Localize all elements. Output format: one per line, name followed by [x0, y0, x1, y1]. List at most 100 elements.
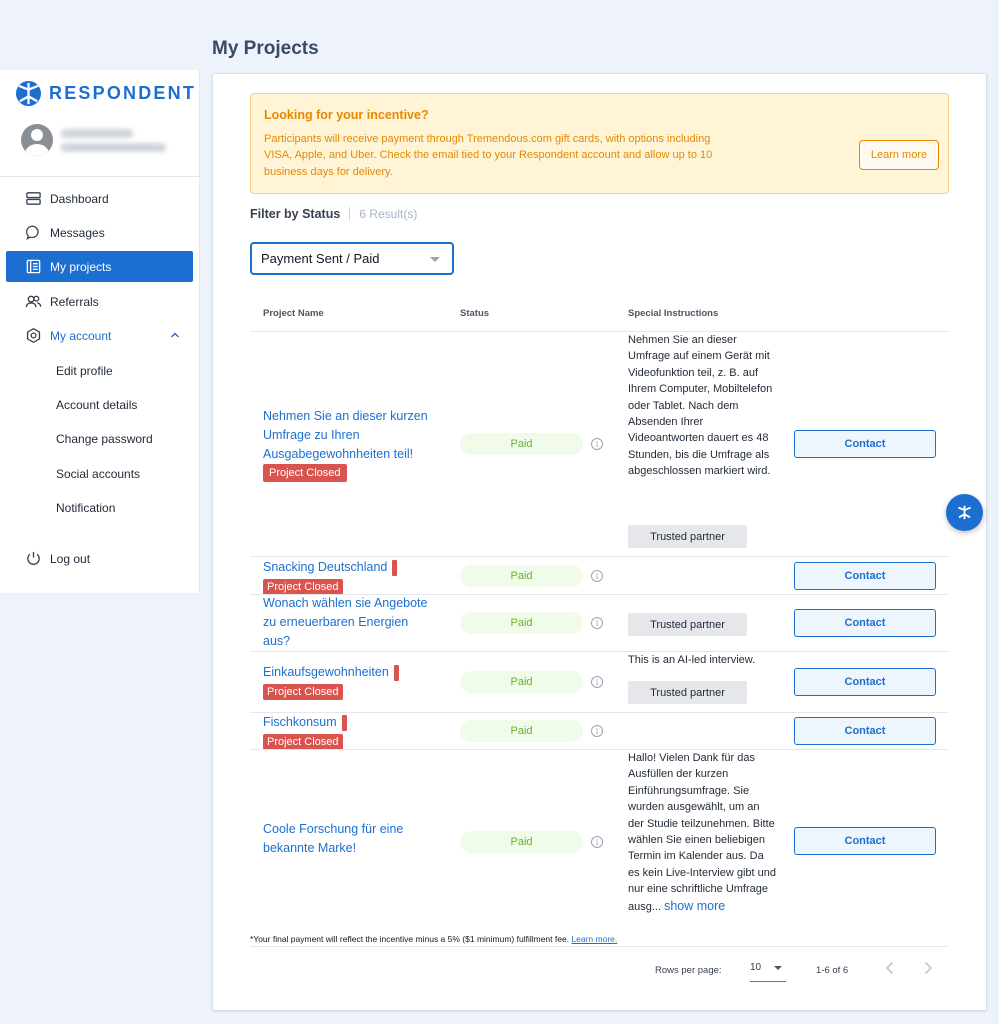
- show-more-link[interactable]: show more: [664, 899, 725, 913]
- sidebar-item-referrals[interactable]: Referrals: [6, 286, 193, 317]
- project-name-link[interactable]: Coole Forschung für eine bekannte Marke!: [263, 820, 433, 858]
- project-name-link[interactable]: Snacking Deutschland Project Closed: [263, 558, 433, 596]
- trusted-partner-badge: Trusted partner: [628, 681, 747, 704]
- respondent-logo-icon: [958, 505, 971, 520]
- status-filter-value: Payment Sent / Paid: [261, 251, 380, 266]
- status-filter-select[interactable]: Payment Sent / Paid: [250, 242, 454, 275]
- projects-card: Looking for your incentive? Participants…: [212, 73, 987, 1011]
- power-icon: [27, 551, 40, 565]
- redacted-mark: [341, 714, 347, 731]
- alert-title: Looking for your incentive?: [264, 108, 429, 122]
- help-chat-button[interactable]: [946, 494, 983, 531]
- special-instructions: This is an AI-led interview.: [628, 654, 756, 666]
- status-badge: Paid: [460, 433, 583, 455]
- project-name[interactable]: Nehmen Sie an dieser kurzen Umfrage zu I…: [263, 409, 428, 461]
- table-row: Nehmen Sie an dieser kurzen Umfrage zu I…: [250, 332, 948, 556]
- sidebar-subitem-account-details[interactable]: Account details: [56, 398, 137, 412]
- previous-page-icon[interactable]: [882, 960, 898, 976]
- table-divider: [250, 946, 948, 947]
- brand-logo[interactable]: RESPONDENT: [15, 80, 196, 106]
- learn-more-button[interactable]: Learn more: [859, 140, 939, 170]
- info-icon[interactable]: i: [591, 676, 603, 688]
- contact-button[interactable]: Contact: [794, 717, 936, 745]
- table-row: Einkaufsgewohnheiten Project Closed Paid…: [250, 652, 948, 712]
- trusted-partner-badge: Trusted partner: [628, 613, 747, 636]
- people-icon: [25, 295, 42, 308]
- list-icon: [26, 259, 41, 274]
- sidebar-item-label: My account: [50, 328, 112, 343]
- contact-button[interactable]: Contact: [794, 827, 936, 855]
- sidebar-item-label: Referrals: [50, 294, 99, 309]
- project-name-link[interactable]: Nehmen Sie an dieser kurzen Umfrage zu I…: [263, 407, 433, 483]
- alert-body: Participants will receive payment throug…: [264, 133, 713, 178]
- user-profile[interactable]: [21, 124, 166, 156]
- project-closed-badge: Project Closed: [263, 683, 343, 700]
- status-badge: Paid: [460, 671, 583, 693]
- project-closed-badge: Project Closed: [263, 464, 347, 483]
- sidebar-item-my-account[interactable]: My account: [6, 320, 193, 351]
- project-name[interactable]: Fischkonsum: [263, 715, 337, 729]
- respondent-logo-icon: [15, 80, 42, 106]
- column-header-project-name: Project Name: [263, 308, 324, 319]
- info-icon[interactable]: i: [591, 617, 603, 629]
- fee-learn-more-link[interactable]: Learn more.: [571, 934, 617, 944]
- page-title: My Projects: [212, 38, 319, 59]
- sidebar-subitem-social-accounts[interactable]: Social accounts: [56, 467, 140, 481]
- status-badge: Paid: [460, 612, 583, 634]
- table-row: Wonach wählen sie Angebote zu erneuerbar…: [250, 595, 948, 651]
- contact-button[interactable]: Contact: [794, 609, 936, 637]
- filter-row: Filter by Status 6 Result(s): [250, 207, 417, 221]
- fee-footnote: *Your final payment will reflect the inc…: [250, 934, 617, 944]
- avatar: [21, 124, 53, 156]
- info-icon[interactable]: i: [591, 836, 603, 848]
- brand-name: RESPONDENT: [49, 82, 197, 103]
- rows-per-page-select[interactable]: 10: [750, 954, 786, 982]
- result-count: 6 Result(s): [359, 207, 418, 221]
- sidebar-item-label: Dashboard: [50, 191, 109, 206]
- chevron-up-icon[interactable]: [169, 329, 181, 341]
- rows-per-page-label: Rows per page:: [655, 965, 722, 976]
- redacted-mark: [393, 664, 399, 681]
- project-name-link[interactable]: Wonach wählen sie Angebote zu erneuerbar…: [263, 594, 433, 650]
- sidebar-item-my-projects[interactable]: My projects: [6, 251, 193, 282]
- special-instructions-text: Hallo! Vielen Dank für das Ausfüllen der…: [628, 752, 776, 913]
- info-icon[interactable]: i: [591, 438, 603, 450]
- sidebar-subitem-change-password[interactable]: Change password: [56, 432, 153, 446]
- incentive-alert: Looking for your incentive? Participants…: [250, 93, 949, 194]
- project-closed-badge: Project Closed: [263, 578, 343, 595]
- status-badge: Paid: [460, 565, 583, 587]
- info-icon[interactable]: i: [591, 725, 603, 737]
- caret-down-icon: [774, 966, 782, 970]
- user-name-redacted: [61, 128, 166, 152]
- project-closed-badge: Project Closed: [263, 733, 343, 750]
- logout-button[interactable]: Log out: [6, 543, 193, 574]
- contact-button[interactable]: Contact: [794, 668, 936, 696]
- project-name[interactable]: Coole Forschung für eine bekannte Marke!: [263, 822, 403, 855]
- sidebar-item-dashboard[interactable]: Dashboard: [6, 183, 193, 214]
- logout-label: Log out: [50, 551, 91, 566]
- project-name[interactable]: Wonach wählen sie Angebote zu erneuerbar…: [263, 596, 427, 648]
- contact-button[interactable]: Contact: [794, 430, 936, 458]
- trusted-partner-badge: Trusted partner: [628, 525, 747, 548]
- info-icon[interactable]: i: [591, 570, 603, 582]
- sidebar-divider: [0, 176, 199, 177]
- sidebar-item-messages[interactable]: Messages: [6, 217, 193, 248]
- chat-bubble-icon: [26, 225, 39, 241]
- hexagon-settings-icon: [26, 327, 41, 344]
- filter-separator: [349, 207, 351, 221]
- next-page-icon[interactable]: [920, 960, 936, 976]
- sidebar-item-label: Messages: [50, 225, 105, 240]
- sidebar-subitem-edit-profile[interactable]: Edit profile: [56, 364, 113, 378]
- special-instructions: Hallo! Vielen Dank für das Ausfüllen der…: [628, 750, 778, 915]
- table-row: Fischkonsum Project Closed Paid i Contac…: [250, 713, 948, 751]
- project-name[interactable]: Snacking Deutschland: [263, 560, 387, 574]
- sidebar: RESPONDENT Dashboard Messages My project…: [0, 70, 200, 593]
- contact-button[interactable]: Contact: [794, 562, 936, 590]
- project-name-link[interactable]: Fischkonsum Project Closed: [263, 713, 433, 751]
- column-header-status: Status: [460, 308, 490, 319]
- table-row: Coole Forschung für eine bekannte Marke!…: [250, 750, 948, 932]
- status-badge: Paid: [460, 831, 583, 853]
- project-name-link[interactable]: Einkaufsgewohnheiten Project Closed: [263, 663, 433, 701]
- project-name[interactable]: Einkaufsgewohnheiten: [263, 665, 389, 679]
- sidebar-subitem-notification[interactable]: Notification: [56, 501, 115, 515]
